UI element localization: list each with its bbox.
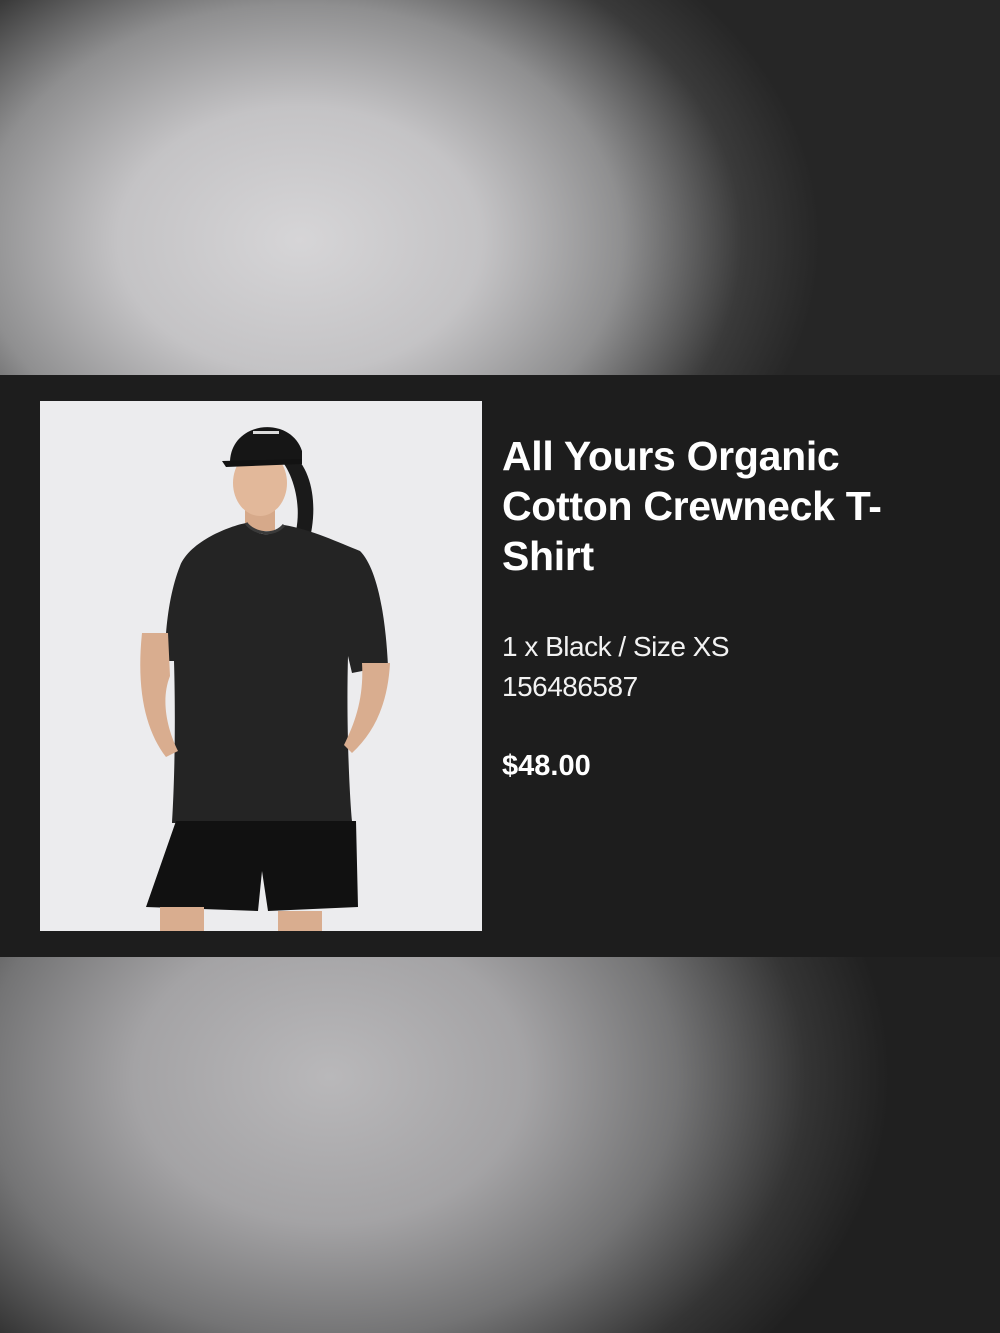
product-sku: 156486587 bbox=[502, 671, 638, 702]
blurred-background-top bbox=[0, 0, 1000, 375]
product-title[interactable]: All Yours Organic Cotton Crewneck T-Shir… bbox=[502, 431, 972, 581]
product-photo-icon bbox=[40, 401, 482, 931]
order-item-screen: All Yours Organic Cotton Crewneck T-Shir… bbox=[0, 0, 1000, 1333]
product-info: All Yours Organic Cotton Crewneck T-Shir… bbox=[502, 431, 972, 783]
product-image[interactable] bbox=[40, 401, 482, 931]
product-price: $48.00 bbox=[502, 750, 591, 782]
blurred-background-bottom bbox=[0, 957, 1000, 1333]
product-variant: 1 x Black / Size XS bbox=[502, 631, 730, 662]
order-item-card[interactable]: All Yours Organic Cotton Crewneck T-Shir… bbox=[0, 375, 1000, 957]
